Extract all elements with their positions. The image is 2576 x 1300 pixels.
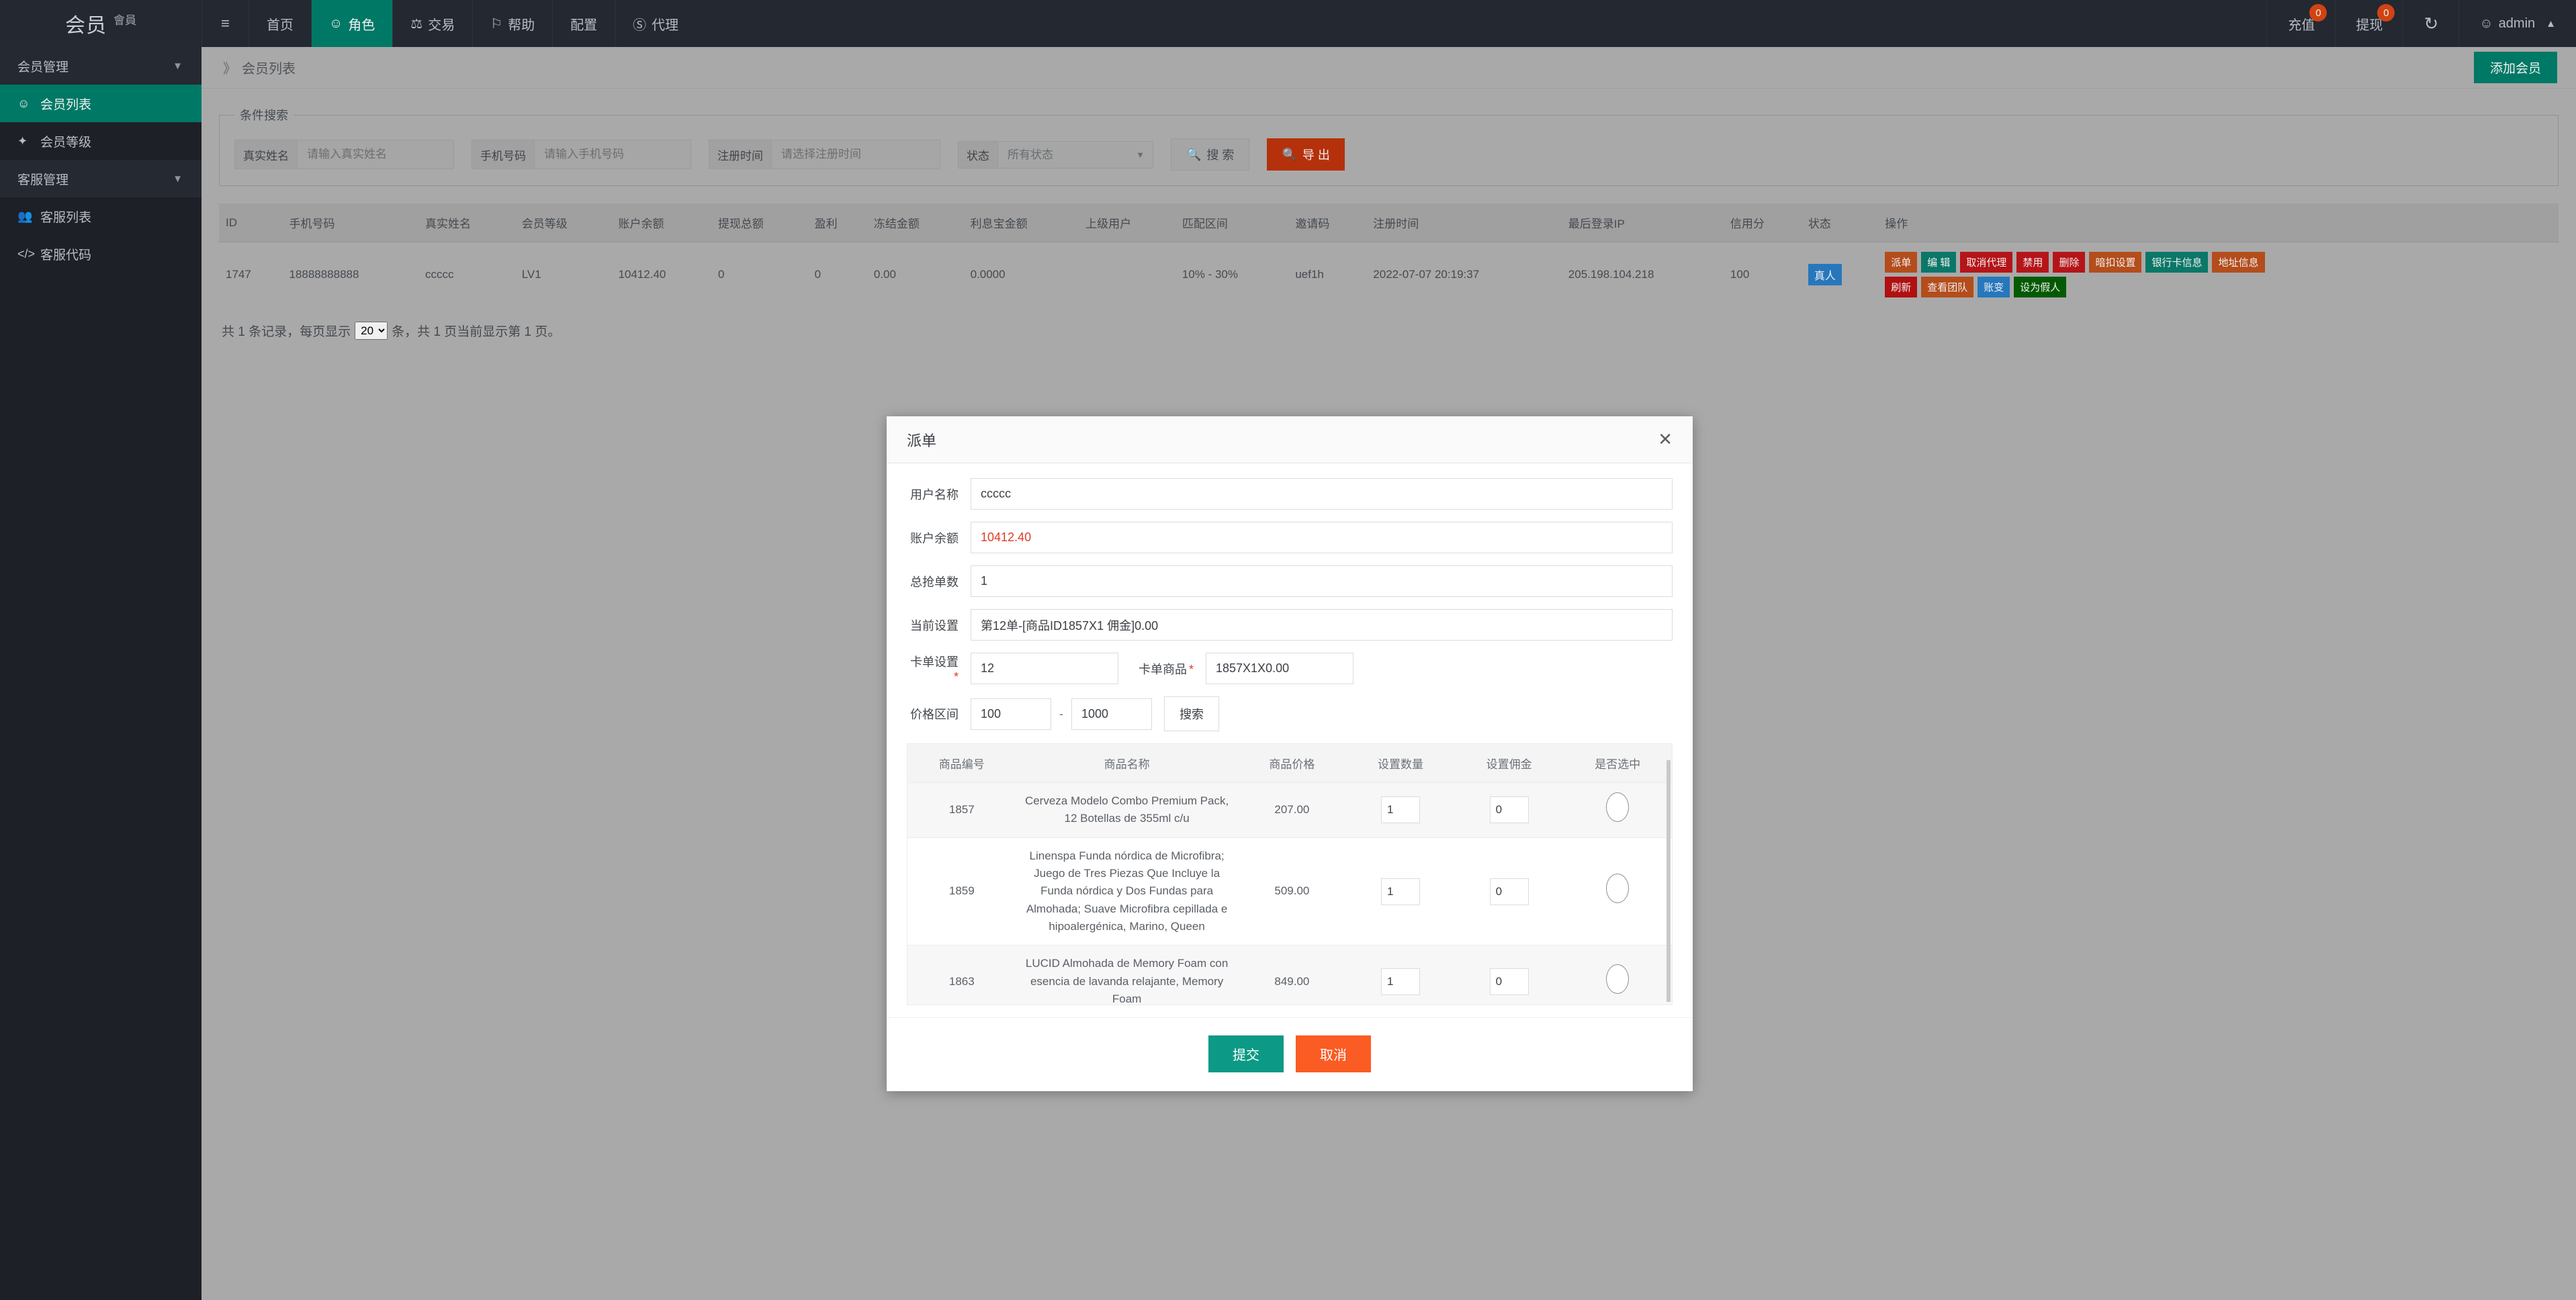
col-set-quantity: 设置数量 bbox=[1346, 744, 1455, 783]
cell-commission bbox=[1455, 783, 1564, 838]
product-header-row: 商品编号 商品名称 商品价格 设置数量 设置佣金 是否选中 bbox=[907, 744, 1672, 783]
cell-product-name: Cerveza Modelo Combo Premium Pack, 12 Bo… bbox=[1016, 783, 1238, 838]
field-price-range-label: 价格区间 bbox=[907, 705, 971, 723]
cell-product-code: 1857 bbox=[907, 783, 1016, 838]
quantity-input[interactable] bbox=[1381, 968, 1420, 995]
card-order-input[interactable] bbox=[971, 653, 1118, 684]
field-total-orders: 总抢单数 bbox=[907, 565, 1673, 597]
modal-footer: 提交 取消 bbox=[887, 1017, 1693, 1091]
commission-input[interactable] bbox=[1490, 796, 1529, 823]
field-balance: 账户余额 bbox=[907, 522, 1673, 553]
cell-product-name: LUCID Almohada de Memory Foam con esenci… bbox=[1016, 945, 1238, 1005]
price-min-input[interactable] bbox=[971, 698, 1051, 730]
field-username-label: 用户名称 bbox=[907, 485, 971, 503]
cell-product-code: 1863 bbox=[907, 945, 1016, 1005]
card-product-input[interactable] bbox=[1206, 653, 1353, 684]
cell-select bbox=[1563, 945, 1672, 1005]
scrollbar-thumb[interactable] bbox=[1667, 760, 1671, 1002]
username-input[interactable] bbox=[971, 478, 1673, 510]
table-row: 1863 LUCID Almohada de Memory Foam con e… bbox=[907, 945, 1672, 1005]
field-card-product-label: 卡单商品* bbox=[1118, 660, 1206, 678]
cell-quantity bbox=[1346, 783, 1455, 838]
field-price-range-row: 价格区间 - 搜索 bbox=[907, 696, 1673, 731]
select-radio[interactable] bbox=[1606, 792, 1629, 822]
product-table: 商品编号 商品名称 商品价格 设置数量 设置佣金 是否选中 1857 Cerve… bbox=[907, 744, 1672, 1005]
submit-button[interactable]: 提交 bbox=[1208, 1035, 1284, 1072]
quantity-input[interactable] bbox=[1381, 878, 1420, 905]
cell-product-price: 509.00 bbox=[1238, 837, 1347, 945]
cell-product-price: 207.00 bbox=[1238, 783, 1347, 838]
close-icon[interactable]: ✕ bbox=[1658, 429, 1673, 450]
product-table-body: 1857 Cerveza Modelo Combo Premium Pack, … bbox=[907, 783, 1672, 1006]
field-total-orders-label: 总抢单数 bbox=[907, 573, 971, 590]
cell-quantity bbox=[1346, 837, 1455, 945]
cell-product-code: 1859 bbox=[907, 837, 1016, 945]
commission-input[interactable] bbox=[1490, 968, 1529, 995]
cell-select bbox=[1563, 783, 1672, 838]
balance-input[interactable] bbox=[971, 522, 1673, 553]
product-table-head: 商品编号 商品名称 商品价格 设置数量 设置佣金 是否选中 bbox=[907, 744, 1672, 783]
modal-title: 派单 bbox=[907, 429, 936, 451]
field-current-setting: 当前设置 bbox=[907, 609, 1673, 641]
field-current-setting-label: 当前设置 bbox=[907, 616, 971, 634]
col-set-commission: 设置佣金 bbox=[1455, 744, 1564, 783]
table-row: 1857 Cerveza Modelo Combo Premium Pack, … bbox=[907, 783, 1672, 838]
quantity-input[interactable] bbox=[1381, 796, 1420, 823]
col-product-price: 商品价格 bbox=[1238, 744, 1347, 783]
modal-body: 用户名称 账户余额 总抢单数 当前设置 卡单设置* 卡单商品* 价格区间 - 搜… bbox=[887, 463, 1693, 1005]
col-product-code: 商品编号 bbox=[907, 744, 1016, 783]
commission-input[interactable] bbox=[1490, 878, 1529, 905]
price-max-input[interactable] bbox=[1071, 698, 1152, 730]
cell-quantity bbox=[1346, 945, 1455, 1005]
select-radio[interactable] bbox=[1606, 874, 1629, 903]
cell-commission bbox=[1455, 837, 1564, 945]
product-search-button[interactable]: 搜索 bbox=[1164, 696, 1219, 731]
field-card-order-label: 卡单设置* bbox=[907, 653, 971, 684]
cell-product-price: 849.00 bbox=[1238, 945, 1347, 1005]
required-mark: * bbox=[1189, 663, 1194, 676]
price-range-dash: - bbox=[1059, 707, 1063, 721]
modal-header: 派单 ✕ bbox=[887, 416, 1693, 463]
total-orders-input[interactable] bbox=[971, 565, 1673, 597]
table-row: 1859 Linenspa Funda nórdica de Microfibr… bbox=[907, 837, 1672, 945]
field-balance-label: 账户余额 bbox=[907, 529, 971, 547]
col-product-name: 商品名称 bbox=[1016, 744, 1238, 783]
select-radio[interactable] bbox=[1606, 964, 1629, 994]
cell-product-name: Linenspa Funda nórdica de Microfibra; Ju… bbox=[1016, 837, 1238, 945]
field-card-order-row: 卡单设置* 卡单商品* bbox=[907, 653, 1673, 684]
dispatch-order-modal: 派单 ✕ 用户名称 账户余额 总抢单数 当前设置 卡单设置* 卡单商品* 价格区… bbox=[887, 416, 1693, 1091]
cell-commission bbox=[1455, 945, 1564, 1005]
col-is-selected: 是否选中 bbox=[1563, 744, 1672, 783]
product-list-scroll[interactable]: 商品编号 商品名称 商品价格 设置数量 设置佣金 是否选中 1857 Cerve… bbox=[907, 743, 1673, 1005]
field-username: 用户名称 bbox=[907, 478, 1673, 510]
required-mark: * bbox=[954, 670, 959, 684]
cell-select bbox=[1563, 837, 1672, 945]
cancel-button[interactable]: 取消 bbox=[1296, 1035, 1371, 1072]
current-setting-input[interactable] bbox=[971, 609, 1673, 641]
